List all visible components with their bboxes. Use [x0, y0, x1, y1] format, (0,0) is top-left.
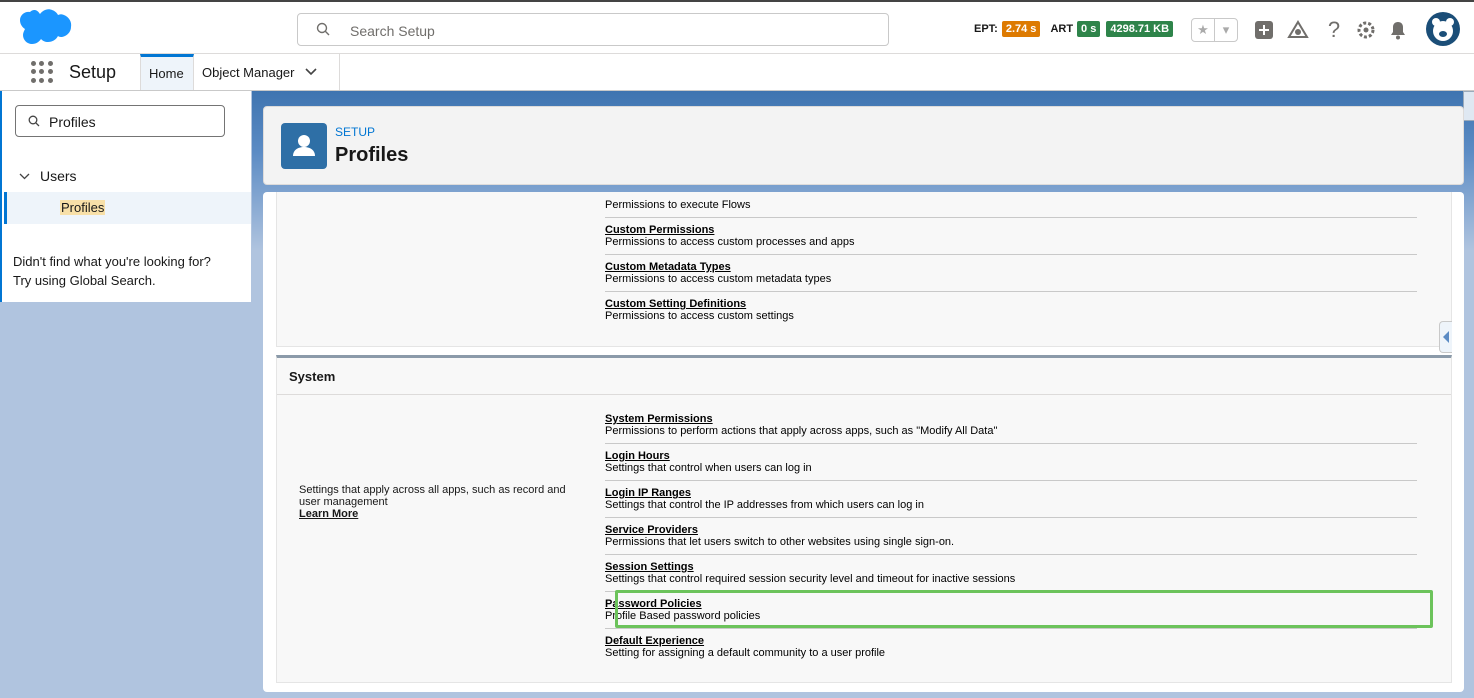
help-icon[interactable]: ?	[1322, 17, 1346, 42]
app-navigation-bar: Setup Home Object Manager	[0, 54, 1474, 91]
art-label: ART	[1050, 23, 1074, 35]
collapse-panel-tab[interactable]	[1439, 321, 1452, 353]
side-panel-handle[interactable]	[1463, 91, 1474, 121]
item-description: Settings that control the IP addresses f…	[605, 499, 924, 511]
system-section-description: Settings that apply across all apps, suc…	[299, 484, 589, 520]
learn-more-link[interactable]: Learn More	[299, 508, 589, 520]
list-item: Service Providers Permissions that let u…	[605, 524, 1417, 548]
notifications-bell-icon[interactable]	[1386, 18, 1410, 42]
favorites-control[interactable]: ★ ▾	[1191, 18, 1238, 42]
system-permissions-link[interactable]: System Permissions	[605, 413, 1417, 425]
quick-find-input[interactable]: Profiles	[15, 105, 225, 137]
page-size-badge: 4298.71 KB	[1106, 21, 1174, 37]
chevron-down-icon[interactable]	[19, 173, 30, 180]
login-ip-ranges-link[interactable]: Login IP Ranges	[605, 487, 1417, 499]
help-line-1: Didn't find what you're looking for?	[13, 254, 211, 269]
divider	[605, 480, 1417, 481]
salesforce-logo-icon[interactable]	[16, 8, 74, 50]
item-description: Setting for assigning a default communit…	[605, 647, 886, 659]
profile-user-icon	[281, 123, 327, 169]
sidebar-item-profiles[interactable]: Profiles	[4, 192, 251, 224]
item-description: Permissions to execute Flows	[605, 199, 751, 211]
chevron-left-icon[interactable]	[1440, 322, 1452, 352]
app-launcher-icon[interactable]	[31, 61, 53, 83]
app-name: Setup	[69, 62, 117, 82]
page-header: SETUP Profiles	[263, 106, 1464, 185]
trailhead-icon[interactable]	[1286, 18, 1310, 42]
gear-icon[interactable]	[1354, 18, 1378, 42]
divider	[605, 443, 1417, 444]
service-providers-link[interactable]: Service Providers	[605, 524, 1417, 536]
list-item: Default Experience Setting for assigning…	[605, 635, 1417, 659]
list-item: Login Hours Settings that control when u…	[605, 450, 1417, 474]
item-description: Settings that control required session s…	[605, 573, 1016, 585]
divider	[605, 217, 1417, 218]
system-section-header: System	[277, 358, 1451, 395]
ept-label: EPT:	[974, 23, 998, 35]
performance-metrics: EPT: 2.74 s ART 0 s 4298.71 KB	[974, 21, 1183, 37]
custom-metadata-types-link[interactable]: Custom Metadata Types	[605, 261, 1417, 273]
divider	[605, 517, 1417, 518]
chevron-down-icon[interactable]	[304, 68, 317, 76]
list-item: Custom Permissions Permissions to access…	[605, 224, 1417, 248]
tab-home-label: Home	[149, 66, 184, 81]
list-item: Custom Setting Definitions Permissions t…	[605, 298, 1417, 322]
item-description: Permissions to access custom processes a…	[605, 236, 855, 248]
sidebar-item-users[interactable]: Users	[19, 168, 77, 184]
help-line-2: Try using Global Search.	[13, 273, 156, 288]
divider	[605, 291, 1417, 292]
tab-home[interactable]: Home	[140, 54, 194, 90]
list-item: Login IP Ranges Settings that control th…	[605, 487, 1417, 511]
global-header: Search Setup EPT: 2.74 s ART 0 s 4298.71…	[0, 0, 1474, 54]
setup-sidebar: Profiles Users Profiles Didn't find what…	[0, 91, 251, 302]
custom-setting-definitions-link[interactable]: Custom Setting Definitions	[605, 298, 1417, 310]
art-value-badge: 0 s	[1077, 21, 1101, 37]
sidebar-item-users-label: Users	[40, 168, 77, 184]
star-icon[interactable]: ★	[1192, 19, 1214, 41]
global-actions-add-icon[interactable]	[1252, 18, 1276, 42]
default-experience-link[interactable]: Default Experience	[605, 635, 1417, 647]
system-description-text: Settings that apply across all apps, suc…	[299, 484, 566, 508]
list-item: Custom Metadata Types Permissions to acc…	[605, 261, 1417, 285]
divider	[605, 628, 1417, 629]
search-icon	[28, 115, 40, 127]
item-description: Permissions to access custom settings	[605, 310, 794, 322]
sidebar-item-profiles-label: Profiles	[60, 200, 106, 215]
list-item: Session Settings Settings that control r…	[605, 561, 1417, 585]
item-description: Permissions to access custom metadata ty…	[605, 273, 832, 285]
search-icon	[316, 22, 330, 36]
divider	[605, 554, 1417, 555]
system-section: System Settings that apply across all ap…	[276, 355, 1452, 683]
item-description: Permissions to perform actions that appl…	[605, 425, 998, 437]
list-item: System Permissions Permissions to perfor…	[605, 413, 1417, 437]
sidebar-help-text: Didn't find what you're looking for? Try…	[13, 252, 243, 290]
tab-object-manager-label: Object Manager	[202, 64, 295, 80]
list-item: Permissions to execute Flows	[605, 199, 1417, 211]
divider	[605, 254, 1417, 255]
ept-value-badge: 2.74 s	[1001, 21, 1041, 37]
breadcrumb[interactable]: SETUP	[335, 125, 375, 139]
search-placeholder: Search Setup	[350, 23, 435, 39]
item-description: Permissions that let users switch to oth…	[605, 536, 955, 548]
password-policies-highlight-box	[615, 590, 1433, 628]
tab-object-manager[interactable]: Object Manager	[194, 54, 340, 90]
session-settings-link[interactable]: Session Settings	[605, 561, 1417, 573]
page-title: Profiles	[335, 144, 409, 166]
quick-find-value: Profiles	[49, 114, 96, 130]
avatar[interactable]	[1426, 12, 1460, 46]
system-section-title: System	[289, 369, 336, 384]
item-description: Settings that control when users can log…	[605, 462, 812, 474]
global-search-input[interactable]: Search Setup	[297, 13, 889, 46]
custom-permissions-link[interactable]: Custom Permissions	[605, 224, 1417, 236]
login-hours-link[interactable]: Login Hours	[605, 450, 1417, 462]
chevron-down-icon[interactable]: ▾	[1214, 19, 1237, 41]
